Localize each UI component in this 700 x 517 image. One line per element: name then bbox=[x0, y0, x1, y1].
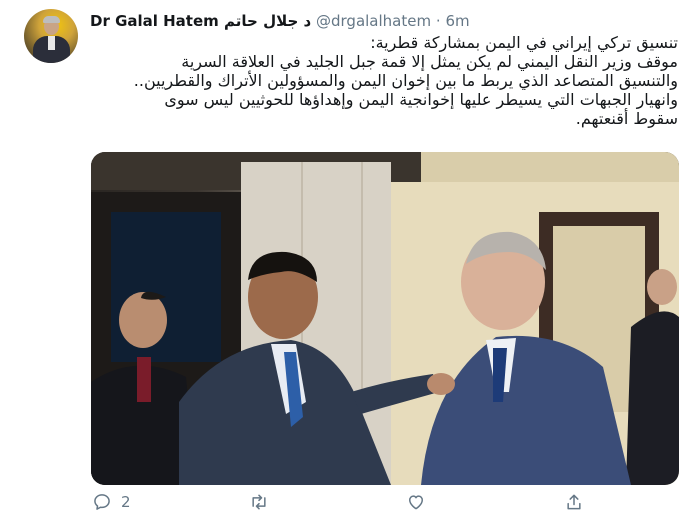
reply-icon bbox=[94, 494, 110, 510]
tweet-card: Dr Galal Hatem د جلال حاتم @drgalalhatem… bbox=[0, 0, 700, 517]
author-name[interactable]: Dr Galal Hatem د جلال حاتم bbox=[90, 12, 311, 30]
heart-icon bbox=[409, 495, 423, 510]
tweet-actions: 2 bbox=[90, 490, 680, 514]
separator-dot: · bbox=[435, 12, 441, 30]
retweet-icon bbox=[252, 494, 266, 510]
photo-person-left-head bbox=[119, 292, 167, 348]
photo-handshake bbox=[427, 373, 455, 395]
photo-person-right-head bbox=[647, 269, 677, 305]
reply-button[interactable]: 2 bbox=[92, 490, 131, 514]
photo-person-left-tie bbox=[137, 357, 151, 402]
avatar-shirt bbox=[48, 36, 55, 50]
photo-person-right-body bbox=[626, 311, 679, 485]
tweet-text-line: موقف وزير النقل اليمني لم يكن يمثل إلا ق… bbox=[181, 52, 678, 71]
avatar[interactable] bbox=[24, 9, 78, 63]
author-handle[interactable]: @drgalalhatem bbox=[316, 12, 431, 30]
share-icon bbox=[567, 494, 581, 510]
tweet-text-line: وانهيار الجبهات التي يسيطر عليها إخوانجي… bbox=[164, 90, 678, 109]
tweet-time[interactable]: 6m bbox=[445, 12, 469, 30]
tweet-text-line: سقوط أقنعتهم. bbox=[575, 109, 678, 128]
photo-illustration bbox=[91, 152, 679, 485]
reply-count: 2 bbox=[121, 493, 131, 511]
tweet-text-line: تنسيق تركي إيراني في اليمن بمشاركة قطرية… bbox=[370, 33, 678, 52]
tweet-text-line: والتنسيق المتصاعد الذي يربط ما بين إخوان… bbox=[133, 71, 678, 90]
tweet-text: تنسيق تركي إيراني في اليمن بمشاركة قطرية… bbox=[92, 33, 678, 128]
like-button[interactable] bbox=[406, 490, 426, 514]
avatar-hair bbox=[43, 16, 60, 23]
tweet-photo[interactable] bbox=[91, 152, 679, 485]
tweet-header: Dr Galal Hatem د جلال حاتم @drgalalhatem… bbox=[90, 12, 470, 34]
retweet-button[interactable] bbox=[248, 490, 270, 514]
share-button[interactable] bbox=[564, 490, 584, 514]
